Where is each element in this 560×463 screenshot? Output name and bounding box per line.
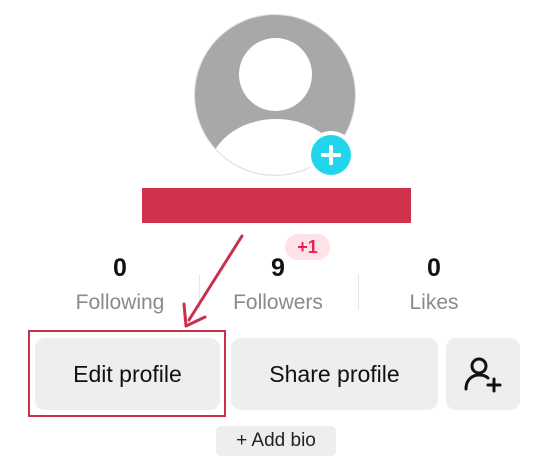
share-profile-button[interactable]: Share profile [231, 338, 438, 410]
following-label[interactable]: Following [50, 291, 190, 315]
annotation-highlight-box [28, 330, 226, 417]
add-bio-label: + Add bio [236, 430, 316, 451]
following-count[interactable]: 0 [60, 254, 180, 283]
plus-icon [311, 135, 351, 175]
add-bio-button[interactable]: + Add bio [216, 426, 336, 456]
followers-count[interactable]: 9 [218, 254, 338, 283]
followers-label[interactable]: Followers [208, 291, 348, 315]
stats-divider [358, 274, 359, 310]
add-friend-button[interactable] [446, 338, 520, 410]
add-avatar-button[interactable] [307, 131, 355, 179]
share-profile-label: Share profile [269, 360, 400, 387]
likes-count[interactable]: 0 [374, 254, 494, 283]
likes-label[interactable]: Likes [364, 291, 504, 315]
add-friend-icon [464, 357, 502, 393]
stats-divider [199, 274, 200, 310]
username-redacted [142, 188, 411, 223]
avatar-head-shape [239, 38, 312, 111]
